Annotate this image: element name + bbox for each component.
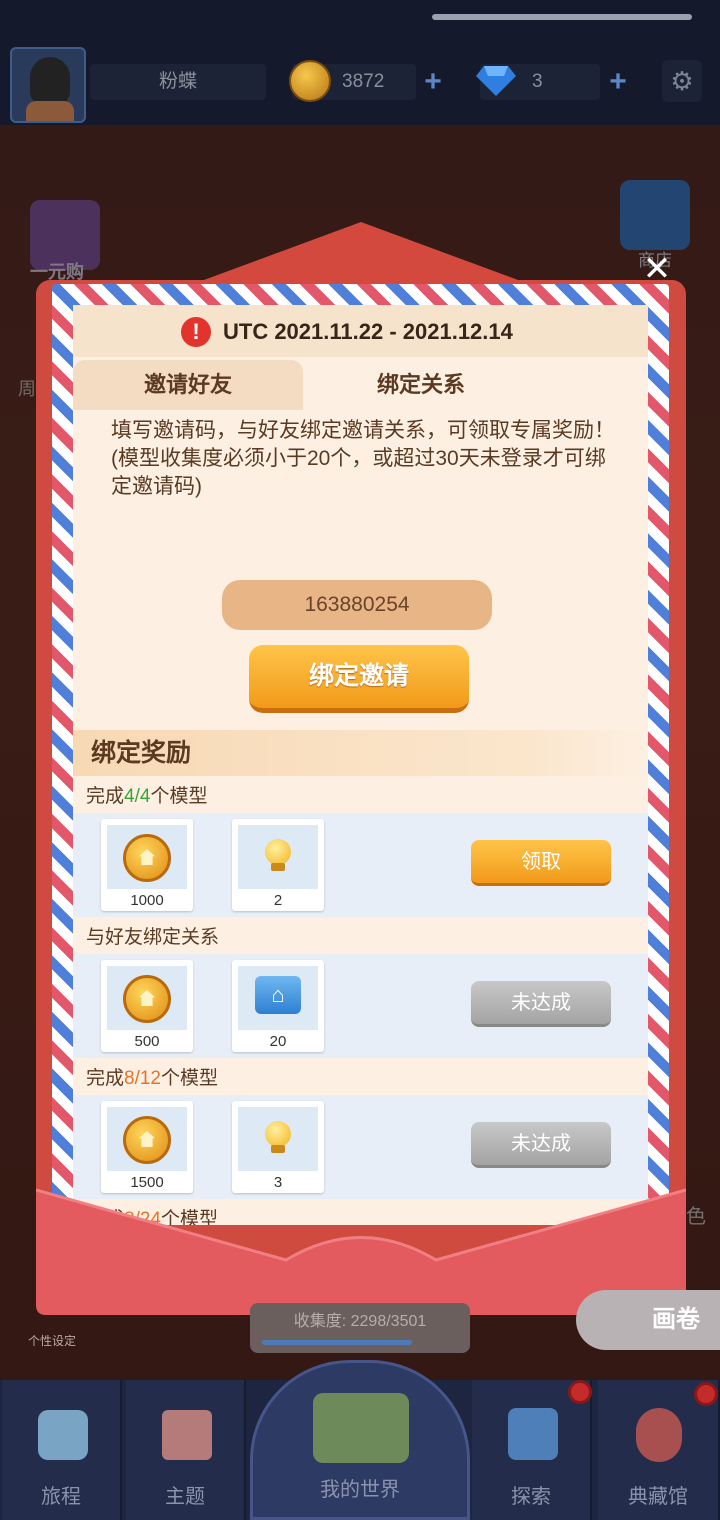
gem-count: 3 <box>532 71 543 92</box>
not-achieved-button[interactable]: 未达成 <box>471 1122 611 1168</box>
house-ticket-icon: ⌂ <box>255 976 301 1014</box>
home-indicator <box>432 14 692 20</box>
lightbulb-icon <box>265 1121 291 1147</box>
reward-item[interactable]: ⌂ 20 <box>232 960 324 1052</box>
house-icon <box>162 1410 212 1460</box>
add-gems-button[interactable]: + <box>603 67 633 97</box>
tab-bind-relationship[interactable]: 绑定关系 <box>305 360 537 410</box>
rewards-header: 绑定奖励 <box>73 730 648 776</box>
task-label: 与好友绑定关系 <box>86 927 220 948</box>
task-progress: 8/12 <box>124 1068 161 1089</box>
claim-button[interactable]: 领取 <box>471 840 611 886</box>
reward-item[interactable]: 1500 <box>101 1101 193 1193</box>
reward-row: 1000 2 领取 <box>73 813 648 917</box>
collection-progress-fill <box>262 1340 412 1345</box>
reward-item[interactable]: 1000 <box>101 819 193 911</box>
reward-quantity: 20 <box>269 1033 287 1050</box>
world-island-icon <box>313 1393 409 1463</box>
event-date-range: UTC 2021.11.22 - 2021.12.14 <box>223 319 513 344</box>
collection-progress: 收集度: 2298/3501 <box>250 1303 470 1353</box>
nav-journey[interactable]: 旅程 <box>2 1380 122 1520</box>
camera-icon <box>38 1410 88 1460</box>
coin-icon <box>123 834 171 882</box>
instructions-line-2: (模型收集度必须小于20个，或超过30天未登录才可绑定邀请码) <box>111 447 606 498</box>
scroll-gallery-button[interactable]: 画卷 <box>576 1290 720 1350</box>
reward-row: 500 ⌂ 20 未达成 <box>73 954 648 1058</box>
instructions-line-1: 填写邀请码，与好友绑定邀请关系，可领取专属奖励！ <box>111 419 615 442</box>
medal-icon <box>636 1408 682 1462</box>
task-label: 完成8/12个模型 <box>86 1068 219 1089</box>
coin-icon <box>289 60 331 102</box>
reward-quantity: 500 <box>134 1033 160 1050</box>
bind-invite-button[interactable]: 绑定邀请 <box>249 645 469 713</box>
magnifier-icon <box>508 1408 558 1460</box>
personal-settings-label[interactable]: 个性设定 <box>28 1332 76 1349</box>
event-date-row: ! UTC 2021.11.22 - 2021.12.14 <box>73 305 648 357</box>
avatar[interactable] <box>10 47 86 123</box>
player-name: 粉蝶 <box>90 64 266 100</box>
reward-quantity: 2 <box>273 892 283 909</box>
reward-item[interactable]: 3 <box>232 1101 324 1193</box>
reward-item[interactable]: 2 <box>232 819 324 911</box>
lightbulb-icon <box>265 839 291 865</box>
coin-icon <box>123 1116 171 1164</box>
coin-count: 3872 <box>342 71 385 92</box>
notification-dot <box>568 1380 592 1404</box>
task-progress: 4/4 <box>124 786 151 807</box>
letter-content: ! UTC 2021.11.22 - 2021.12.14 邀请好友 绑定关系 … <box>73 305 648 1225</box>
coin-icon <box>123 975 171 1023</box>
nav-theme[interactable]: 主题 <box>126 1380 246 1520</box>
warning-icon: ! <box>181 317 211 347</box>
notification-dot <box>694 1382 718 1406</box>
tab-invite-friends[interactable]: 邀请好友 <box>73 360 303 410</box>
diamond-icon <box>476 66 516 96</box>
rewards-title: 绑定奖励 <box>91 739 192 767</box>
task-label: 完成4/4个模型 <box>86 786 208 807</box>
add-coins-button[interactable]: + <box>418 67 448 97</box>
close-icon[interactable]: ✕ <box>640 252 674 286</box>
reward-row: 1500 3 未达成 <box>73 1095 648 1199</box>
reward-quantity: 1000 <box>130 892 164 909</box>
reward-item[interactable]: 500 <box>101 960 193 1052</box>
settings-gear-icon[interactable]: ⚙ <box>662 60 702 102</box>
bind-instructions: 填写邀请码，与好友绑定邀请关系，可领取专属奖励！ (模型收集度必须小于20个，或… <box>111 417 621 501</box>
invite-code-input[interactable]: 163880254 <box>222 580 492 630</box>
not-achieved-button[interactable]: 未达成 <box>471 981 611 1027</box>
